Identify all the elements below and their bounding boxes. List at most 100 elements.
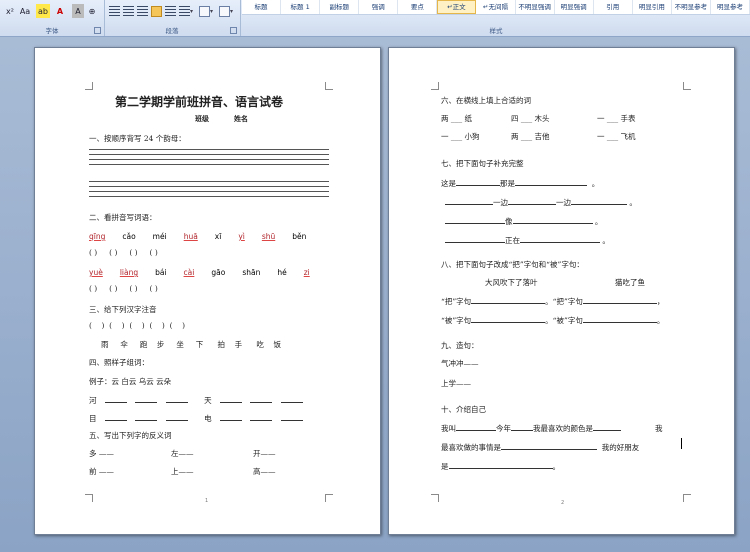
question-7: 七、把下面句子补充完整 — [441, 159, 524, 168]
style-no-spacing[interactable]: ↵无间隔 — [476, 0, 516, 14]
font-group-label: 字体 — [45, 27, 59, 35]
antonym: 左—— — [171, 449, 194, 458]
ba-label: “把”字句 — [441, 297, 472, 306]
chevron-down-icon: ▾ — [229, 7, 233, 15]
prompt: 像 — [505, 217, 513, 226]
bei-label: “被”字句 — [441, 316, 472, 325]
border-button[interactable]: ▾ — [218, 4, 234, 18]
char: 饭 — [273, 340, 281, 349]
paren: ( ) — [129, 248, 138, 257]
justify-button[interactable] — [150, 4, 162, 18]
paragraph-dialog-launcher-icon[interactable] — [230, 27, 237, 34]
measure-word-item: 四 ___ 木头 — [511, 114, 550, 123]
pinyin: méi — [152, 232, 167, 241]
pinyin: xī — [214, 232, 222, 241]
pinyin: yuè — [89, 268, 103, 277]
char: 跑 — [139, 340, 148, 349]
quick-styles-gallery: 标题 标题 1 副标题 强调 要点 ↵正文 ↵无间隔 不明显强调 明显强调 引用… — [242, 0, 750, 15]
paren: ( ) — [89, 248, 98, 257]
question-9: 九、造句： — [441, 341, 479, 350]
ribbon: x² Aa ab A A ⊕ 字体 ▾ ▾ ▾ 段落 标题 标题 1 副标题 强… — [0, 0, 750, 37]
align-right-button[interactable] — [136, 4, 148, 18]
measure-word-item: 一 ___ 飞机 — [597, 132, 636, 141]
question-5: 五、写出下列字的反义词 — [89, 431, 172, 440]
style-intense-quote[interactable]: 明显引用 — [633, 0, 672, 14]
antonym: 开—— — [253, 449, 276, 458]
chevron-down-icon: ▾ — [209, 7, 213, 15]
paren: ( ) — [89, 284, 98, 293]
margin-mark — [85, 82, 93, 90]
margin-mark — [431, 494, 439, 502]
style-normal[interactable]: ↵正文 — [437, 0, 477, 14]
prompt: 。 — [591, 179, 600, 188]
answer-parens: ( ) ( ) ( ) ( ) ( ) — [89, 321, 186, 330]
pinyin-row-1: qīng cǎo méi huā xī yì shū běn — [89, 232, 323, 241]
style-strong[interactable]: 要点 — [398, 0, 438, 14]
char: 步 — [156, 340, 165, 349]
char: 拍 — [217, 340, 226, 349]
line-spacing-icon — [178, 5, 190, 17]
char-shading-button[interactable]: A — [72, 4, 84, 18]
pinyin-row-2: yuè liàng bái cài gāo shān hé zi — [89, 268, 327, 277]
sentence-completion-row: 这是 那是 。 — [441, 177, 599, 189]
pinyin: gāo — [211, 268, 226, 277]
ba-label: “把”字句 — [552, 297, 583, 306]
style-intense-reference[interactable]: 明显参考 — [711, 0, 750, 14]
style-subtle-emphasis[interactable]: 不明显强调 — [516, 0, 555, 14]
measure-word-item: 两 ___ 吉他 — [511, 132, 550, 141]
style-subtitle[interactable]: 副标题 — [320, 0, 360, 14]
pinyin: zi — [303, 268, 310, 277]
prompt: 一边 — [493, 198, 508, 207]
margin-mark — [85, 494, 93, 502]
align-left-button[interactable] — [108, 4, 120, 18]
char: 伞 — [120, 340, 128, 349]
char: 手 — [234, 340, 243, 349]
margin-mark — [683, 82, 691, 90]
enclose-char-button[interactable]: ⊕ — [86, 4, 98, 18]
question-10: 十、介绍自己 — [441, 405, 486, 414]
pinyin: liàng — [119, 268, 139, 277]
align-right-icon — [136, 5, 148, 17]
chars-to-annotate: 雨 伞 跑 步 坐 下 拍 手 吃 饭 — [101, 339, 281, 350]
style-emphasis[interactable]: 强调 — [359, 0, 399, 14]
margin-mark — [683, 494, 691, 502]
shading-button[interactable]: ▾ — [198, 4, 214, 18]
self-intro-line: 最喜欢做的事情是 我的好朋友 — [441, 441, 639, 453]
style-title[interactable]: 标题 — [242, 0, 282, 14]
pinyin: cài — [183, 268, 195, 277]
document-workspace[interactable]: 第二学期学前班拼音、语言试卷 班级 姓名 一、按顺序背写 24 个韵母： 二、看… — [0, 37, 750, 552]
align-center-icon — [122, 5, 134, 17]
prompt: 我最喜欢的颜色是 — [533, 424, 593, 433]
question-6: 六、在横线上填上合适的词 — [441, 96, 531, 105]
question-3: 三、给下列汉字注音 — [89, 305, 157, 314]
writing-line — [89, 191, 329, 192]
page-number: 1 — [205, 498, 209, 504]
style-quote[interactable]: 引用 — [594, 0, 633, 14]
distributed-button[interactable] — [164, 4, 176, 18]
question-8: 八、把下面句子改成“把”字句和“被”字句： — [441, 260, 584, 269]
question-1: 一、按顺序背写 24 个韵母： — [89, 134, 186, 143]
highlight-button[interactable]: ab — [36, 4, 50, 18]
writing-line — [89, 196, 329, 197]
prompt: 我叫 — [441, 424, 456, 433]
font-dialog-launcher-icon[interactable] — [94, 27, 101, 34]
font-color-button[interactable]: A — [54, 4, 66, 18]
writing-line — [89, 186, 329, 187]
style-subtle-reference[interactable]: 不明显参考 — [672, 0, 711, 14]
margin-mark — [325, 494, 333, 502]
prompt: 一边 — [556, 198, 571, 207]
char: 雨 — [101, 340, 109, 349]
change-case-button[interactable]: Aa — [18, 4, 32, 18]
line-spacing-button[interactable]: ▾ — [178, 4, 194, 18]
style-heading-1[interactable]: 标题 1 — [281, 0, 321, 14]
measure-word-item: 一 ___ 手表 — [597, 114, 636, 123]
antonym: 前 —— — [89, 467, 114, 476]
sentence-item: 气冲冲—— — [441, 359, 479, 368]
pinyin: shū — [261, 232, 276, 241]
page-2[interactable]: 六、在横线上填上合适的词 两 ___ 纸 四 ___ 木头 一 ___ 手表 一… — [388, 47, 735, 535]
sentence-completion-row: 像 。 — [445, 215, 602, 227]
page-1[interactable]: 第二学期学前班拼音、语言试卷 班级 姓名 一、按顺序背写 24 个韵母： 二、看… — [34, 47, 381, 535]
style-intense-emphasis[interactable]: 明显强调 — [555, 0, 594, 14]
superscript-button[interactable]: x² — [4, 4, 16, 18]
align-center-button[interactable] — [122, 4, 134, 18]
